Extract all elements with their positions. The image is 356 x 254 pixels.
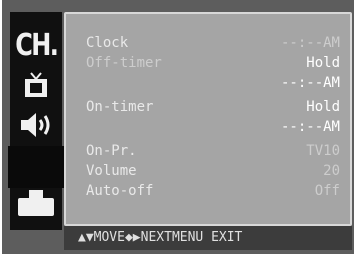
timer-menu-panel: Clock --:--AM Off-timer Hold --:--AM On-…	[64, 12, 352, 226]
menu-row-off-timer-time[interactable]: --:--AM	[86, 74, 340, 92]
menu-row-off-timer[interactable]: Off-timer Hold	[86, 54, 340, 72]
sidebar-item-setup[interactable]	[10, 186, 62, 224]
menu-row-clock[interactable]: Clock --:--AM	[86, 34, 340, 52]
on-timer-label: On-timer	[86, 99, 154, 115]
on-program-label: On-Pr.	[86, 143, 137, 159]
menu-row-auto-off[interactable]: Auto-off Off	[86, 182, 340, 200]
menu-exit-hint: MENU EXIT	[171, 230, 243, 245]
menu-row-on-timer[interactable]: On-timer Hold	[86, 98, 340, 116]
on-timer-value: Hold	[306, 99, 340, 115]
sidebar-item-channel[interactable]: CH.	[10, 26, 62, 64]
tv-osd-menu: CH. Clock --:--AM Off-timer Hold --:--AM…	[2, 0, 354, 254]
sidebar-item-sound[interactable]	[10, 108, 62, 146]
auto-off-value: Off	[314, 183, 340, 199]
next-hint: ◆▶NEXT	[124, 230, 172, 245]
channel-label: CH.	[14, 27, 59, 63]
volume-label: Volume	[86, 163, 137, 179]
off-timer-label: Off-timer	[86, 55, 162, 71]
sidebar-item-features[interactable]	[8, 146, 64, 188]
menu-row-on-program[interactable]: On-Pr. TV10	[86, 142, 340, 160]
move-hint: ▲▼MOVE	[78, 230, 125, 245]
on-timer-time-value: --:--AM	[280, 119, 340, 135]
speaker-icon	[19, 111, 53, 143]
on-program-value: TV10	[306, 143, 340, 159]
navigation-hint-bar: ▲▼MOVE◆▶NEXTMENU EXIT	[64, 226, 352, 250]
off-timer-time-value: --:--AM	[280, 75, 340, 91]
menu-row-volume[interactable]: Volume 20	[86, 162, 340, 180]
sidebar-item-picture[interactable]	[10, 68, 62, 106]
category-sidebar: CH.	[8, 12, 64, 230]
off-timer-value: Hold	[306, 55, 340, 71]
auto-off-label: Auto-off	[86, 183, 154, 199]
volume-value: 20	[323, 163, 340, 179]
tv-icon	[24, 72, 48, 102]
menu-row-on-timer-time[interactable]: --:--AM	[86, 118, 340, 136]
box-icon	[16, 189, 56, 221]
clock-label: Clock	[86, 35, 129, 51]
clock-value: --:--AM	[280, 35, 340, 51]
